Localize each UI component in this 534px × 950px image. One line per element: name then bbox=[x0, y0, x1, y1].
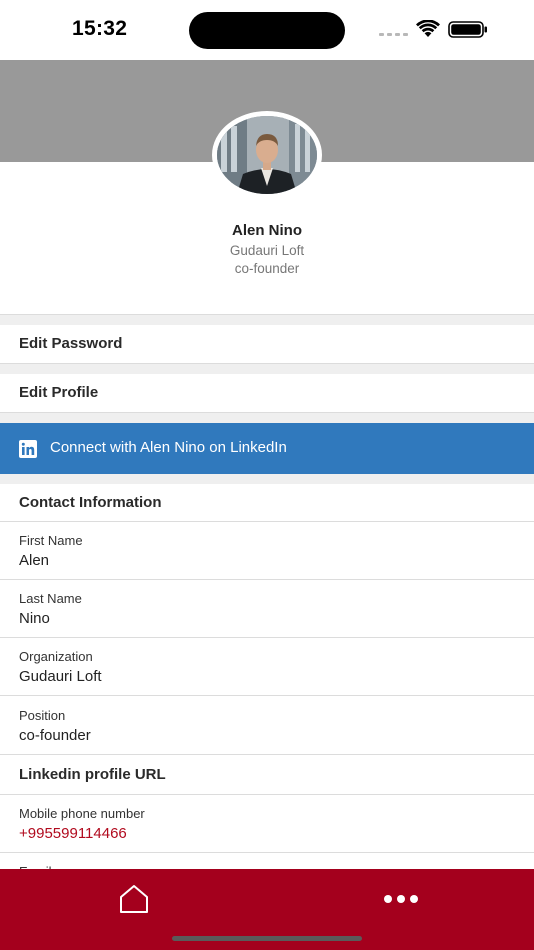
field-value: Gudauri Loft bbox=[19, 668, 102, 685]
section-divider bbox=[0, 412, 534, 423]
avatar[interactable] bbox=[212, 111, 322, 199]
home-indicator bbox=[172, 936, 362, 941]
field-value: co-founder bbox=[19, 727, 91, 744]
edit-profile-button[interactable]: Edit Profile bbox=[0, 374, 534, 412]
linkedin-url-label: Linkedin profile URL bbox=[19, 766, 166, 783]
profile-photo-illustration bbox=[217, 116, 317, 194]
linkedin-label: Connect with Alen Nino on LinkedIn bbox=[50, 439, 287, 456]
profile-organization: Gudauri Loft bbox=[229, 243, 305, 258]
field-label: First Name bbox=[19, 533, 83, 548]
status-time: 15:32 bbox=[72, 17, 128, 40]
status-bar: 15:32 bbox=[0, 0, 534, 60]
organization-field[interactable]: Organization Gudauri Loft bbox=[0, 638, 534, 696]
field-value: Nino bbox=[19, 610, 50, 627]
linkedin-icon bbox=[19, 440, 37, 458]
first-name-field[interactable]: First Name Alen bbox=[0, 522, 534, 580]
home-icon[interactable] bbox=[118, 884, 150, 914]
phone-link[interactable]: +995599114466 bbox=[19, 825, 127, 842]
battery-icon bbox=[448, 21, 487, 38]
section-divider bbox=[0, 314, 534, 325]
contact-information-heading: Contact Information bbox=[0, 484, 534, 522]
field-label: Last Name bbox=[19, 591, 82, 606]
bottom-tab-bar bbox=[0, 869, 534, 950]
profile-name: Alen Nino bbox=[232, 222, 302, 239]
last-name-field[interactable]: Last Name Nino bbox=[0, 580, 534, 638]
section-divider bbox=[0, 363, 534, 374]
wifi-icon bbox=[416, 20, 440, 37]
dynamic-island bbox=[189, 12, 345, 49]
position-field[interactable]: Position co-founder bbox=[0, 697, 534, 755]
field-label: Organization bbox=[19, 649, 93, 664]
section-divider bbox=[0, 474, 534, 484]
edit-password-button[interactable]: Edit Password bbox=[0, 325, 534, 363]
mobile-phone-field[interactable]: Mobile phone number +995599114466 bbox=[0, 795, 534, 853]
cellular-signal-icon bbox=[379, 33, 408, 36]
field-label: Position bbox=[19, 708, 66, 723]
connect-linkedin-button[interactable]: Connect with Alen Nino on LinkedIn bbox=[0, 423, 534, 474]
more-icon[interactable] bbox=[383, 894, 419, 904]
profile-position: co-founder bbox=[234, 261, 300, 276]
field-value: Alen bbox=[19, 552, 50, 569]
linkedin-url-field[interactable]: Linkedin profile URL bbox=[0, 755, 534, 795]
profile-photo bbox=[217, 116, 317, 194]
field-label: Mobile phone number bbox=[19, 806, 145, 821]
